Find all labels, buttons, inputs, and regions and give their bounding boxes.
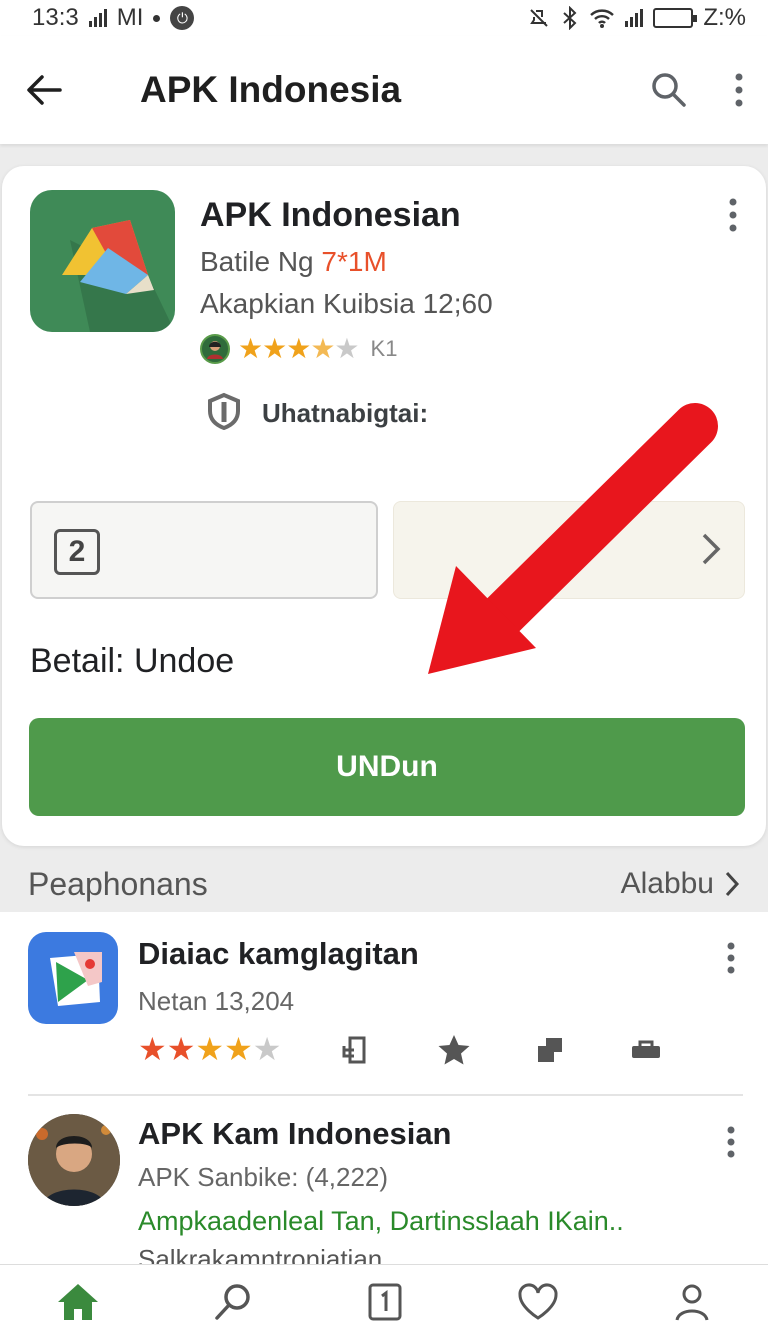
list-item-subtitle: Netan 13,204 [138, 986, 295, 1016]
rating-stars: ★★★★★ [138, 1031, 282, 1067]
list-item-title: Diaiac kamglagitan [138, 936, 419, 971]
notification-dot-icon [153, 14, 161, 22]
app-icon [28, 932, 118, 1024]
avatar [28, 1114, 120, 1206]
list-item[interactable]: Diaiac kamglagitan Netan 13,204 ★★★★★ [0, 912, 768, 1096]
more-vert-icon[interactable] [726, 1126, 736, 1163]
profile-icon[interactable] [672, 1282, 712, 1327]
install-button[interactable]: UNDun [29, 718, 745, 816]
battery-text: Z:% [703, 4, 746, 31]
bottom-nav [0, 1264, 768, 1344]
see-all-label: Alabbu [620, 867, 714, 900]
chevron-right-icon [725, 871, 740, 897]
more-vert-icon[interactable] [726, 942, 736, 979]
app-bar: APK Indonesia [0, 36, 768, 144]
developer-name: Batile Ng [200, 246, 314, 277]
see-all-link[interactable]: Alabbu [621, 867, 740, 901]
share-icon[interactable] [340, 1032, 376, 1068]
cell-signal-icon [625, 9, 644, 27]
option-number: 2 [54, 529, 100, 575]
section-title: Peaphonans [28, 865, 208, 902]
list-item-description: Ampkaadenleal Tan, Dartinsslaah IKain.. [138, 1206, 624, 1236]
red-arrow-annotation [428, 403, 718, 674]
app-notification-icon: ⏻ [170, 6, 195, 30]
status-bar: 13:3 MI ⏻ Z:% [0, 0, 768, 36]
list-item-title: APK Kam Indonesian [138, 1116, 452, 1151]
detail-text: Betail: Undoe [30, 642, 235, 680]
rating-count: K1 [370, 335, 398, 361]
app-logo-icon [30, 190, 175, 332]
bluetooth-icon [563, 6, 577, 30]
list-item[interactable]: APK Kam Indonesian APK Sanbike: (4,222) … [0, 1096, 768, 1268]
status-carrier: MI [116, 4, 144, 31]
app-meta: Akapkian Kuibsia 12;60 [200, 288, 493, 319]
badge-row: Uhatnabigtai: [206, 392, 428, 435]
bag-icon[interactable] [628, 1032, 664, 1068]
developer-line: Batile Ng 7*1M [200, 246, 387, 278]
mute-icon [530, 9, 549, 27]
section-header: Peaphonans Alabbu [0, 858, 768, 910]
more-vert-icon[interactable] [734, 73, 744, 107]
signal-icon [88, 9, 107, 27]
download-count: 7*1M [321, 246, 387, 277]
home-icon[interactable] [56, 1282, 100, 1327]
page-title: APK Indonesia [140, 69, 402, 110]
heart-icon[interactable] [517, 1283, 559, 1326]
apps-icon[interactable] [365, 1282, 405, 1327]
shield-icon [206, 392, 242, 435]
rating-stars: ★★★★★ [238, 333, 360, 364]
search-icon[interactable] [213, 1282, 253, 1327]
status-time: 13:3 [32, 4, 79, 31]
search-icon[interactable] [650, 71, 688, 109]
wifi-icon [590, 9, 615, 28]
app-list: Diaiac kamglagitan Netan 13,204 ★★★★★ AP… [0, 912, 768, 1268]
item-actions [340, 1032, 664, 1068]
rating-row: ★★★★★ K1 [200, 332, 397, 365]
app-name: APK Indonesian [200, 196, 461, 234]
badge-label: Uhatnabigtai: [262, 398, 429, 428]
star-icon[interactable] [436, 1032, 472, 1068]
option-card-number[interactable]: 2 [30, 501, 378, 599]
copy-icon[interactable] [532, 1032, 568, 1068]
list-item-subtitle: APK Sanbike: (4,222) [138, 1162, 389, 1192]
back-arrow-icon[interactable] [24, 72, 64, 108]
reviewer-avatar [200, 333, 230, 364]
more-vert-icon[interactable] [728, 198, 738, 237]
battery-icon [653, 8, 698, 28]
